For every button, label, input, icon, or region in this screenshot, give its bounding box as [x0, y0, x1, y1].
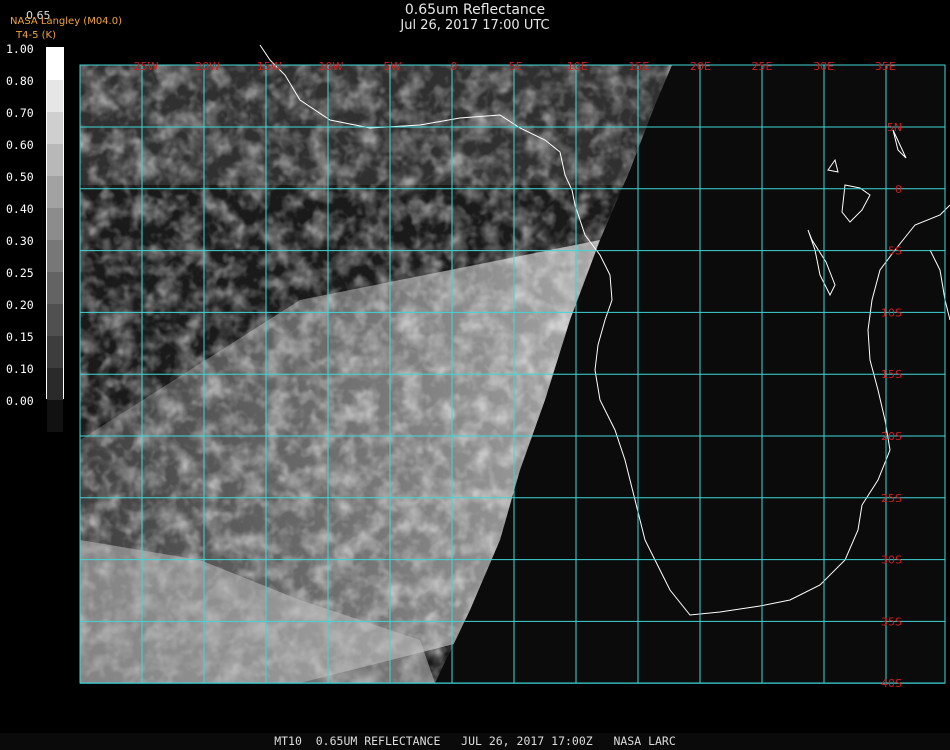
- colorbar-swatch: [47, 80, 63, 112]
- credit-label: NASA Langley (M04.0): [10, 16, 122, 27]
- satellite-map: 25W 20W 15W 10W 5W 0 5E 10E 15E 20E 25E 30E 35E 5N 0 5…: [79, 44, 950, 690]
- footer-caption: MT10 0.65UM REFLECTANCE JUL 26, 2017 17:…: [0, 733, 950, 750]
- colorbar-swatch: [47, 272, 63, 304]
- latitude-label: 0: [895, 183, 902, 196]
- colorbar-tick-label: 0.15: [6, 330, 34, 344]
- colorbar-labels: 1.00 0.80 0.70 0.60 0.50 0.40 0.30 0.25 0.20 0.15…: [6, 42, 34, 426]
- colorbar-swatch: [47, 208, 63, 240]
- longitude-label: 15E: [628, 60, 649, 73]
- colorbar-tick-label: 0.30: [6, 234, 34, 248]
- colorbar-tick-label: 1.00: [6, 42, 34, 56]
- longitude-label: 5W: [383, 60, 401, 73]
- longitude-label: 20W: [195, 60, 220, 73]
- colorbar: [46, 47, 64, 432]
- colorbar-swatch: [47, 176, 63, 208]
- longitude-label: 15W: [257, 60, 282, 73]
- longitude-label: 10E: [567, 60, 588, 73]
- latitude-label: 10S: [881, 306, 902, 319]
- longitude-label: 35E: [875, 60, 896, 73]
- page-title: 0.65um Reflectance: [404, 2, 546, 18]
- colorbar-tick-label: 0.10: [6, 362, 34, 376]
- colorbar-tick-label: 0.80: [6, 74, 34, 88]
- colorbar-swatch: [47, 144, 63, 176]
- longitude-label: 25E: [752, 60, 773, 73]
- colorbar-swatch: [47, 112, 63, 144]
- latitude-label: 5S: [888, 245, 902, 258]
- longitude-label: 0: [451, 60, 458, 73]
- colorbar-tick-label: 0.20: [6, 298, 34, 312]
- latitude-label: 5N: [887, 121, 902, 134]
- colorbar-tick-label: 0.70: [6, 106, 34, 120]
- colorbar-tick-label: 0.40: [6, 202, 34, 216]
- credit-unit-label: T4-5 (K): [16, 30, 56, 41]
- colorbar-tick-label: 0.00: [6, 394, 34, 408]
- longitude-label: 10W: [318, 60, 343, 73]
- latitude-label: 15S: [881, 368, 902, 381]
- latitude-label: 30S: [881, 554, 902, 567]
- colorbar-swatch: [47, 336, 63, 368]
- latitude-label: 25S: [881, 492, 902, 505]
- latitude-label: 20S: [881, 430, 902, 443]
- colorbar-swatch: [47, 400, 63, 432]
- page-subtitle: Jul 26, 2017 17:00 UTC: [400, 18, 550, 33]
- colorbar-tick-label: 0.50: [6, 170, 34, 184]
- latitude-label: 35S: [881, 615, 902, 628]
- longitude-label: 30E: [813, 60, 834, 73]
- colorbar-swatch: [47, 48, 63, 80]
- longitude-label: 25W: [134, 60, 159, 73]
- longitude-label: 20E: [690, 60, 711, 73]
- colorbar-swatch: [47, 240, 63, 272]
- colorbar-swatch: [47, 304, 63, 336]
- colorbar-tick-label: 0.60: [6, 138, 34, 152]
- longitude-label: 5E: [509, 60, 523, 73]
- colorbar-swatch: [47, 368, 63, 400]
- latitude-label: 40S: [881, 677, 902, 690]
- colorbar-tick-label: 0.25: [6, 266, 34, 280]
